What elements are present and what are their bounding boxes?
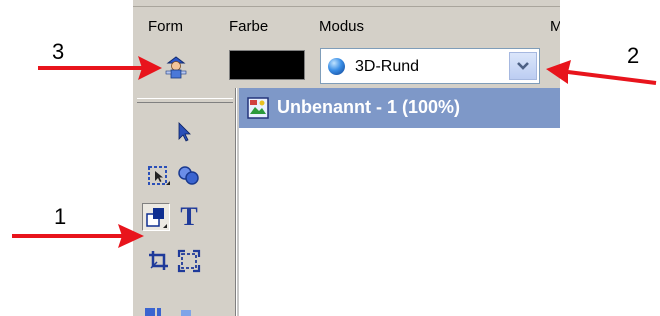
cut-off-label: M bbox=[550, 18, 560, 35]
pointer-tool[interactable] bbox=[170, 118, 198, 146]
mode-dropdown-button[interactable] bbox=[509, 52, 537, 80]
sphere-icon bbox=[328, 58, 345, 75]
toolbox-grip[interactable] bbox=[137, 98, 233, 103]
text-tool[interactable]: T bbox=[175, 203, 203, 231]
color-label: Farbe bbox=[229, 18, 269, 35]
color-swatch[interactable] bbox=[229, 50, 305, 80]
document-title: Unbenannt - 1 (100%) bbox=[277, 97, 461, 117]
callout-number-2: 2 bbox=[627, 43, 640, 68]
chevron-down-icon bbox=[517, 62, 529, 70]
marquee-select-icon bbox=[148, 166, 170, 185]
toolbox-next-row-hint bbox=[141, 304, 231, 316]
circles-icon bbox=[178, 166, 199, 185]
properties-bar-divider bbox=[133, 6, 560, 7]
form-label: Form bbox=[148, 18, 183, 35]
selection-tool[interactable] bbox=[145, 162, 173, 190]
resize-frame-icon bbox=[177, 249, 201, 273]
crop-tool[interactable] bbox=[145, 247, 173, 275]
arrow-to-shape-tool bbox=[12, 224, 144, 248]
shape-tool[interactable] bbox=[142, 203, 170, 231]
shapes-icon bbox=[146, 208, 167, 228]
canvas-area[interactable] bbox=[239, 128, 560, 316]
properties-bar: Form Farbe Modus M 3D-Rund bbox=[133, 0, 560, 88]
form-shape-icon[interactable] bbox=[163, 55, 189, 79]
document-window: Unbenannt - 1 (100%) bbox=[237, 88, 560, 316]
arrow-to-dropdown bbox=[546, 60, 657, 85]
text-t-icon: T bbox=[180, 202, 198, 231]
image-document-icon bbox=[247, 97, 269, 119]
app-window: Form Farbe Modus M 3D-Rund T Unbenannt -… bbox=[133, 0, 560, 316]
crop-icon bbox=[149, 251, 168, 270]
document-title-bar[interactable]: Unbenannt - 1 (100%) bbox=[239, 88, 560, 128]
character-figure-icon bbox=[165, 56, 187, 79]
callout-number-1: 1 bbox=[54, 204, 67, 229]
mode-label: Modus bbox=[319, 18, 365, 35]
mode-select[interactable]: 3D-Rund bbox=[320, 48, 540, 84]
resize-tool[interactable] bbox=[175, 247, 203, 275]
toolbox: T bbox=[133, 88, 233, 316]
arrow-cursor-icon bbox=[178, 122, 191, 142]
shape-combine-tool[interactable] bbox=[175, 162, 203, 190]
callout-number-3: 3 bbox=[52, 39, 65, 64]
mode-selected-value: 3D-Rund bbox=[355, 58, 420, 75]
